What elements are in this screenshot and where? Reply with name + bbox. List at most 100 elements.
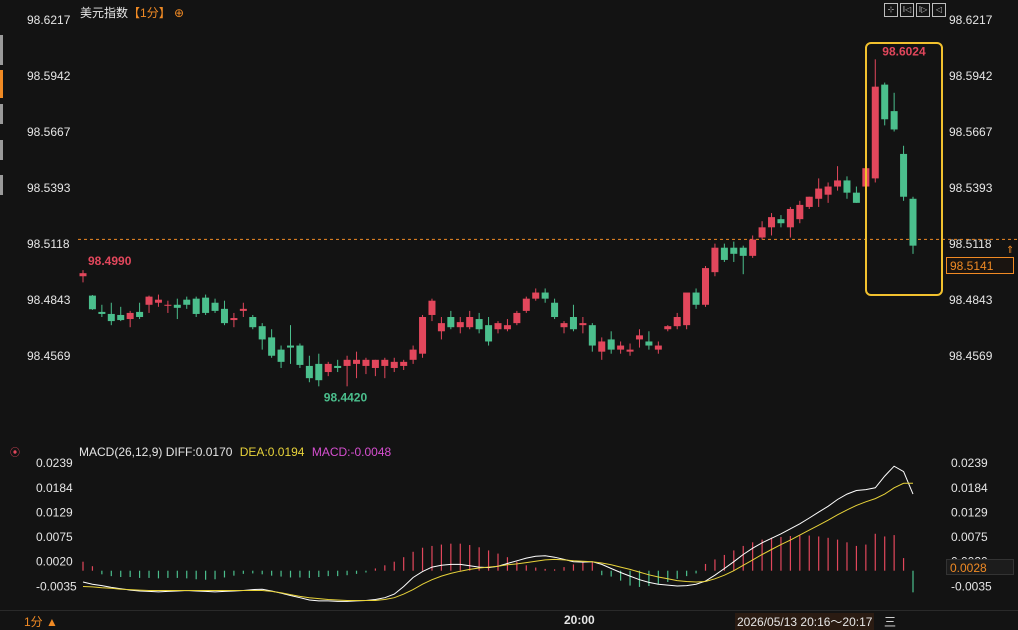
candle[interactable]	[805, 196, 813, 209]
candle[interactable]	[305, 355, 313, 383]
candle[interactable]	[381, 357, 389, 379]
candle[interactable]	[202, 294, 210, 315]
candle[interactable]	[786, 206, 794, 238]
candle[interactable]	[541, 288, 549, 303]
candle[interactable]	[673, 312, 681, 330]
candle[interactable]	[881, 82, 889, 126]
candle[interactable]	[777, 215, 785, 228]
candle[interactable]	[447, 310, 455, 330]
candle[interactable]	[230, 312, 238, 328]
candle[interactable]	[145, 295, 153, 313]
candle[interactable]	[607, 331, 615, 354]
candle[interactable]	[645, 331, 653, 350]
candle[interactable]	[296, 343, 304, 368]
candle[interactable]	[192, 296, 200, 318]
candle[interactable]	[522, 296, 530, 313]
candle[interactable]	[560, 321, 568, 334]
candle[interactable]	[400, 359, 408, 371]
candle[interactable]	[98, 304, 106, 318]
menu-icon[interactable]: 三	[884, 613, 896, 630]
candle[interactable]	[824, 182, 832, 203]
price-scroll-arrow-icon[interactable]: ⇑	[1006, 245, 1014, 256]
candle[interactable]	[428, 298, 436, 322]
candle[interactable]	[513, 310, 521, 326]
candle[interactable]	[871, 59, 879, 183]
candle[interactable]	[739, 245, 747, 275]
candle[interactable]	[579, 317, 587, 334]
candle[interactable]	[796, 200, 804, 224]
macd-chart[interactable]: 0.0239 0.0184 0.0129 0.0075 0.0020 -0.0035 0.…	[0, 440, 1018, 608]
candle-body	[909, 198, 917, 246]
candle[interactable]	[136, 302, 144, 320]
candle[interactable]	[343, 355, 351, 387]
candle[interactable]	[287, 325, 294, 364]
candle[interactable]	[466, 310, 474, 330]
candle[interactable]	[758, 221, 766, 240]
candle[interactable]	[909, 196, 917, 254]
candle-body	[305, 365, 313, 379]
candle[interactable]	[79, 270, 87, 283]
candle[interactable]	[409, 345, 417, 364]
candle[interactable]	[852, 186, 860, 203]
candle[interactable]	[154, 294, 162, 307]
candle[interactable]	[371, 359, 379, 377]
candle[interactable]	[551, 298, 559, 320]
candle[interactable]	[268, 329, 276, 358]
candle-body	[683, 292, 691, 326]
candle[interactable]	[768, 213, 776, 236]
candle[interactable]	[692, 288, 700, 309]
candle[interactable]	[334, 359, 342, 373]
price-chart[interactable]: 98.6217 98.5942 98.5667 98.5393 98.5118 98.48…	[0, 0, 1018, 440]
candle[interactable]	[720, 243, 728, 262]
candle[interactable]	[277, 345, 285, 368]
candle[interactable]	[353, 351, 361, 379]
candle[interactable]	[702, 266, 709, 307]
candle[interactable]	[683, 292, 691, 330]
period-selector[interactable]: 1分 ▲	[24, 613, 58, 630]
candle[interactable]	[390, 357, 398, 373]
candle[interactable]	[588, 323, 596, 352]
candle[interactable]	[532, 288, 540, 301]
candle[interactable]	[258, 323, 266, 350]
candle-body	[730, 247, 738, 254]
candle[interactable]	[220, 300, 228, 326]
candle[interactable]	[249, 314, 257, 330]
candle[interactable]	[654, 341, 662, 354]
candle[interactable]	[900, 145, 908, 201]
candle[interactable]	[598, 337, 606, 360]
candle[interactable]	[315, 353, 323, 387]
candle[interactable]	[456, 317, 464, 334]
candle[interactable]	[239, 302, 247, 318]
candle[interactable]	[117, 306, 125, 322]
candle[interactable]	[419, 314, 427, 358]
candle-body	[192, 298, 200, 314]
candle[interactable]	[749, 235, 757, 258]
candle[interactable]	[843, 176, 851, 199]
candle[interactable]	[324, 361, 332, 377]
candle[interactable]	[711, 243, 719, 277]
candle[interactable]	[183, 296, 191, 309]
candle-body	[834, 180, 842, 187]
candle[interactable]	[494, 321, 502, 334]
candle[interactable]	[626, 343, 634, 356]
candle[interactable]	[815, 178, 823, 207]
candle[interactable]	[569, 304, 577, 332]
candle[interactable]	[107, 302, 115, 326]
candle[interactable]	[617, 341, 625, 354]
candle[interactable]	[730, 241, 738, 262]
candle-body	[277, 349, 285, 362]
candle[interactable]	[211, 298, 219, 313]
candle[interactable]	[890, 92, 898, 132]
candle[interactable]	[475, 312, 483, 334]
candle[interactable]	[173, 298, 181, 320]
candle[interactable]	[126, 310, 134, 328]
candle[interactable]	[503, 319, 511, 332]
candle[interactable]	[635, 329, 643, 348]
candle[interactable]	[437, 317, 445, 340]
candle[interactable]	[362, 357, 370, 375]
candle[interactable]	[485, 317, 493, 346]
candle[interactable]	[834, 166, 842, 191]
candle[interactable]	[664, 325, 672, 332]
candle[interactable]	[164, 300, 172, 313]
candle[interactable]	[88, 294, 96, 310]
